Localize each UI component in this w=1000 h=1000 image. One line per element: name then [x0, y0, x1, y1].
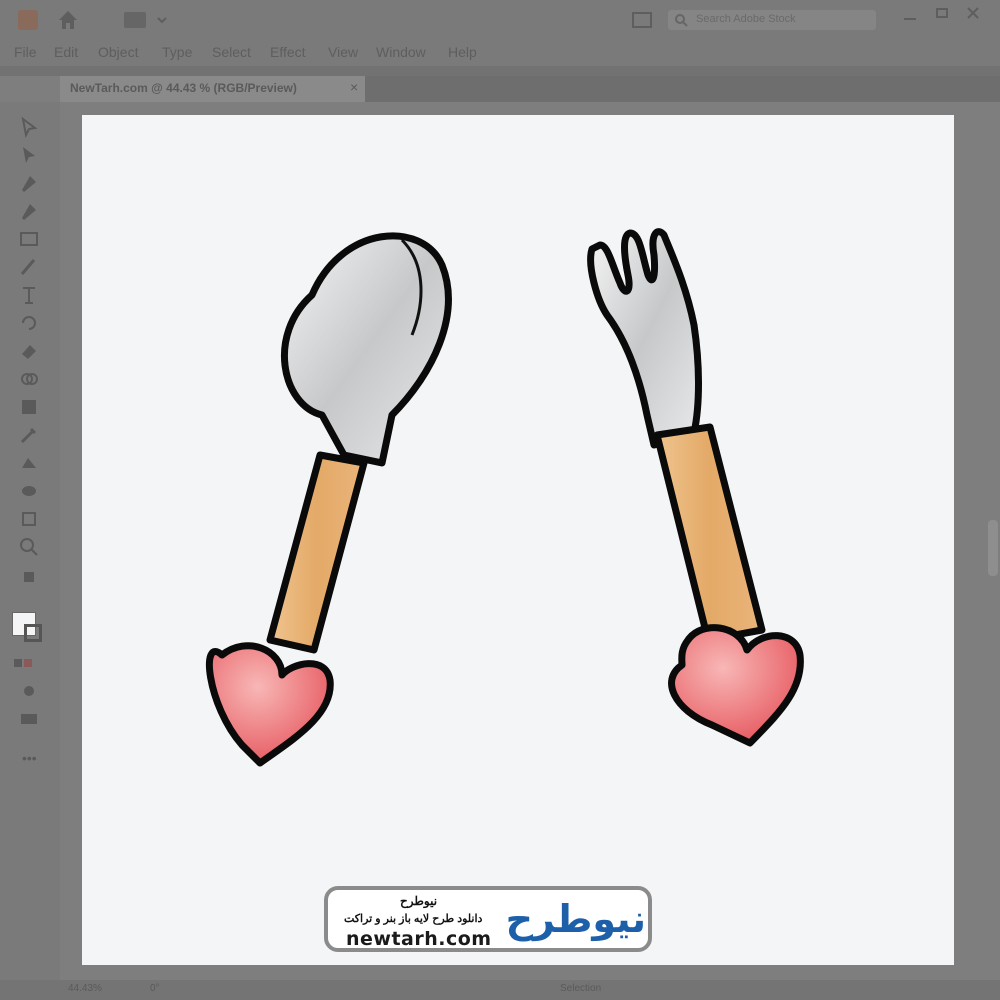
watermark-brand: نیوطرح [505, 897, 646, 941]
search-field[interactable]: Search Adobe Stock [668, 10, 876, 30]
menu-type[interactable]: Type [162, 44, 192, 60]
workspace-switcher-icon[interactable] [124, 12, 146, 28]
menu-edit[interactable]: Edit [54, 44, 78, 60]
blend-tool-icon[interactable] [18, 452, 40, 474]
paintbrush-tool-icon[interactable] [18, 256, 40, 278]
type-tool-icon[interactable] [18, 284, 40, 306]
eyedropper-tool-icon[interactable] [18, 424, 40, 446]
chevron-down-icon[interactable] [156, 14, 168, 26]
shape-builder-tool-icon[interactable] [18, 368, 40, 390]
eraser-tool-icon[interactable] [18, 340, 40, 362]
stroke-swatch[interactable] [24, 624, 42, 642]
tools-panel: ••• [0, 102, 60, 980]
gradient-tool-icon[interactable] [18, 396, 40, 418]
utensils-illustration [205, 228, 804, 767]
watermark-badge: نیوطرح دانلود طرح لایه باز بنر و تراکت n… [324, 886, 652, 952]
minimize-icon[interactable] [904, 18, 916, 20]
document-tab[interactable]: NewTarh.com @ 44.43 % (RGB/Preview) × [60, 76, 365, 102]
fork [587, 228, 804, 747]
direct-selection-tool-icon[interactable] [18, 144, 40, 166]
maximize-icon[interactable] [936, 8, 948, 18]
close-icon[interactable] [966, 6, 980, 20]
status-bar: 44.43% 0° Selection [0, 980, 1000, 1000]
screen-mode-icon[interactable] [18, 708, 40, 730]
menu-select[interactable]: Select [212, 44, 251, 60]
symbol-sprayer-tool-icon[interactable] [18, 480, 40, 502]
draw-mode-icon[interactable] [18, 680, 40, 702]
document-tab-title: NewTarh.com @ 44.43 % (RGB/Preview) [70, 81, 297, 95]
search-icon [675, 14, 688, 27]
rotate-tool-icon[interactable] [18, 312, 40, 334]
more-tools-icon[interactable]: ••• [22, 750, 37, 766]
artboard-tool-icon[interactable] [18, 508, 40, 530]
watermark-logo: نیوطرح [496, 892, 646, 946]
menu-effect[interactable]: Effect [270, 44, 306, 60]
zoom-tool-icon[interactable] [18, 536, 40, 558]
search-placeholder: Search Adobe Stock [696, 13, 796, 25]
hand-tool-icon[interactable] [18, 564, 40, 586]
current-tool-status: Selection [560, 983, 602, 994]
app-logo-icon[interactable] [18, 10, 38, 30]
app-bar: Search Adobe Stock [0, 0, 1000, 40]
curvature-tool-icon[interactable] [18, 200, 40, 222]
menu-bar: File Edit Object Type Select Effect View… [0, 40, 1000, 66]
menu-file[interactable]: File [14, 44, 37, 60]
watermark-tagline: دانلود طرح لایه باز بنر و تراکت [344, 913, 483, 925]
color-mode-icon[interactable] [12, 652, 34, 674]
zoom-level[interactable]: 44.43% [68, 983, 102, 994]
tab-close-icon[interactable]: × [350, 79, 358, 95]
artboard [82, 115, 954, 965]
rectangle-tool-icon[interactable] [18, 228, 40, 250]
watermark-name: نیوطرح [400, 894, 438, 908]
watermark-url: newtarh.com [346, 928, 492, 950]
rotation-level[interactable]: 0° [150, 983, 160, 994]
pen-tool-icon[interactable] [18, 172, 40, 194]
selection-tool-icon[interactable] [18, 116, 40, 138]
vertical-scrollbar[interactable] [988, 520, 998, 576]
spoon [205, 232, 452, 767]
menu-help[interactable]: Help [448, 44, 477, 60]
menu-object[interactable]: Object [98, 44, 138, 60]
menu-view[interactable]: View [328, 44, 358, 60]
arrange-documents-icon[interactable] [632, 12, 652, 28]
home-icon[interactable] [56, 8, 80, 32]
menu-window[interactable]: Window [376, 44, 426, 60]
control-strip [0, 66, 1000, 76]
